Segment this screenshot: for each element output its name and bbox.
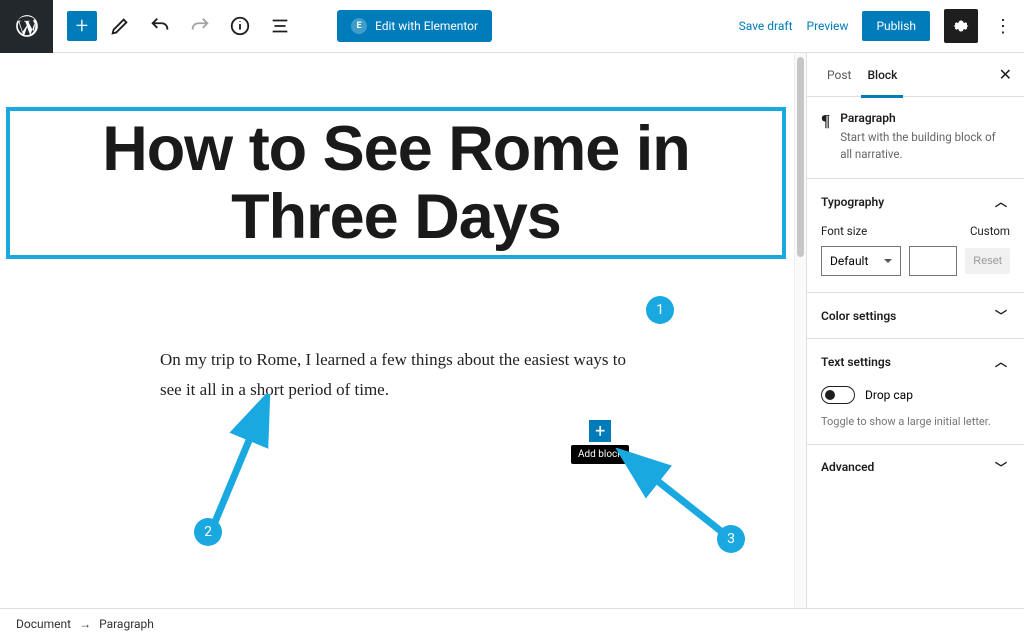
advanced-panel-toggle[interactable]: Advanced ﹀ <box>807 445 1024 490</box>
info-icon <box>229 15 251 37</box>
drop-cap-label: Drop cap <box>865 388 913 402</box>
preview-button[interactable]: Preview <box>807 19 849 33</box>
add-block-tooltip: Add block <box>571 445 629 464</box>
custom-font-size-input[interactable] <box>909 246 957 276</box>
redo-button[interactable] <box>183 9 217 43</box>
redo-icon <box>189 15 211 37</box>
gear-icon <box>951 16 971 36</box>
add-block-button[interactable]: + <box>589 420 611 442</box>
elementor-badge-icon: E <box>351 18 367 34</box>
paragraph-block[interactable]: On my trip to Rome, I learned a few thin… <box>160 345 630 406</box>
undo-button[interactable] <box>143 9 177 43</box>
editor-canvas[interactable]: How to See Rome in Three Days On my trip… <box>0 53 806 608</box>
wordpress-icon <box>14 13 40 39</box>
publish-button[interactable]: Publish <box>862 11 930 41</box>
save-draft-button[interactable]: Save draft <box>739 19 793 33</box>
color-settings-panel: Color settings ﹀ <box>807 292 1024 338</box>
undo-icon <box>149 15 171 37</box>
typography-panel: Typography ︿ Font size Custom Default Re… <box>807 178 1024 292</box>
block-description: Start with the building block of all nar… <box>840 129 1010 162</box>
annotation-badge-2: 2 <box>194 518 222 546</box>
block-name-label: Paragraph <box>840 111 1010 125</box>
typography-header-label: Typography <box>821 195 884 209</box>
typography-panel-toggle[interactable]: Typography ︿ <box>807 179 1024 224</box>
add-block-inserter: + Add block <box>571 420 629 464</box>
sidebar-tabs: Post Block ✕ <box>807 53 1024 97</box>
breadcrumb-current[interactable]: Paragraph <box>99 617 154 631</box>
reset-font-size-button[interactable]: Reset <box>965 248 1010 274</box>
drop-cap-toggle[interactable] <box>821 386 855 404</box>
chevron-down-icon: ﹀ <box>992 307 1010 324</box>
more-options-button[interactable]: ⋮ <box>992 16 1014 37</box>
drop-cap-help: Toggle to show a large initial letter. <box>807 414 1024 443</box>
toolbar-left-group: + E Edit with Elementor <box>53 9 492 43</box>
edit-mode-button[interactable] <box>103 9 137 43</box>
outline-button[interactable] <box>263 9 297 43</box>
advanced-label: Advanced <box>821 460 874 474</box>
toolbar-right-group: Save draft Preview Publish ⋮ <box>739 9 1024 43</box>
annotation-badge-1: 1 <box>646 296 674 324</box>
pencil-icon <box>109 15 131 37</box>
canvas-scrollbar[interactable] <box>794 53 806 608</box>
workspace: How to See Rome in Three Days On my trip… <box>0 53 1024 608</box>
breadcrumb-root[interactable]: Document <box>16 617 71 631</box>
annotation-badge-3: 3 <box>717 525 745 553</box>
breadcrumb: Document → Paragraph <box>0 608 1024 638</box>
text-settings-panel-toggle[interactable]: Text settings ︿ <box>807 339 1024 384</box>
breadcrumb-separator-icon: → <box>79 617 91 631</box>
chevron-up-icon: ︿ <box>992 193 1010 210</box>
font-size-label: Font size <box>821 224 867 238</box>
color-settings-panel-toggle[interactable]: Color settings ﹀ <box>807 293 1024 338</box>
sidebar-close-button[interactable]: ✕ <box>999 65 1012 84</box>
top-toolbar: + E Edit with Elementor Save draft Previ… <box>0 0 1024 53</box>
scrollbar-thumb[interactable] <box>797 57 804 257</box>
text-settings-panel: Text settings ︿ Drop cap Toggle to show … <box>807 338 1024 443</box>
post-title-block[interactable]: How to See Rome in Three Days <box>6 107 786 259</box>
elementor-label: Edit with Elementor <box>375 19 478 33</box>
tab-block[interactable]: Block <box>859 53 905 97</box>
advanced-panel: Advanced ﹀ <box>807 444 1024 490</box>
post-title-text[interactable]: How to See Rome in Three Days <box>16 115 776 251</box>
annotation-arrow-3 <box>614 448 734 543</box>
text-settings-label: Text settings <box>821 355 891 369</box>
tab-post[interactable]: Post <box>819 53 859 97</box>
annotation-arrow-2 <box>205 394 285 534</box>
font-size-value: Default <box>830 254 868 268</box>
custom-label: Custom <box>970 224 1010 238</box>
font-size-select[interactable]: Default <box>821 246 901 276</box>
block-identity: ¶ Paragraph Start with the building bloc… <box>807 97 1024 178</box>
paragraph-icon: ¶ <box>821 111 830 162</box>
chevron-down-icon: ﹀ <box>992 459 1010 476</box>
wordpress-logo[interactable] <box>0 0 53 53</box>
color-settings-label: Color settings <box>821 309 896 323</box>
settings-sidebar: Post Block ✕ ¶ Paragraph Start with the … <box>806 53 1024 608</box>
info-button[interactable] <box>223 9 257 43</box>
chevron-up-icon: ︿ <box>992 353 1010 370</box>
add-block-toolbar-button[interactable]: + <box>67 11 97 41</box>
edit-with-elementor-button[interactable]: E Edit with Elementor <box>337 10 492 42</box>
settings-button[interactable] <box>944 9 978 43</box>
outline-icon <box>269 15 291 37</box>
